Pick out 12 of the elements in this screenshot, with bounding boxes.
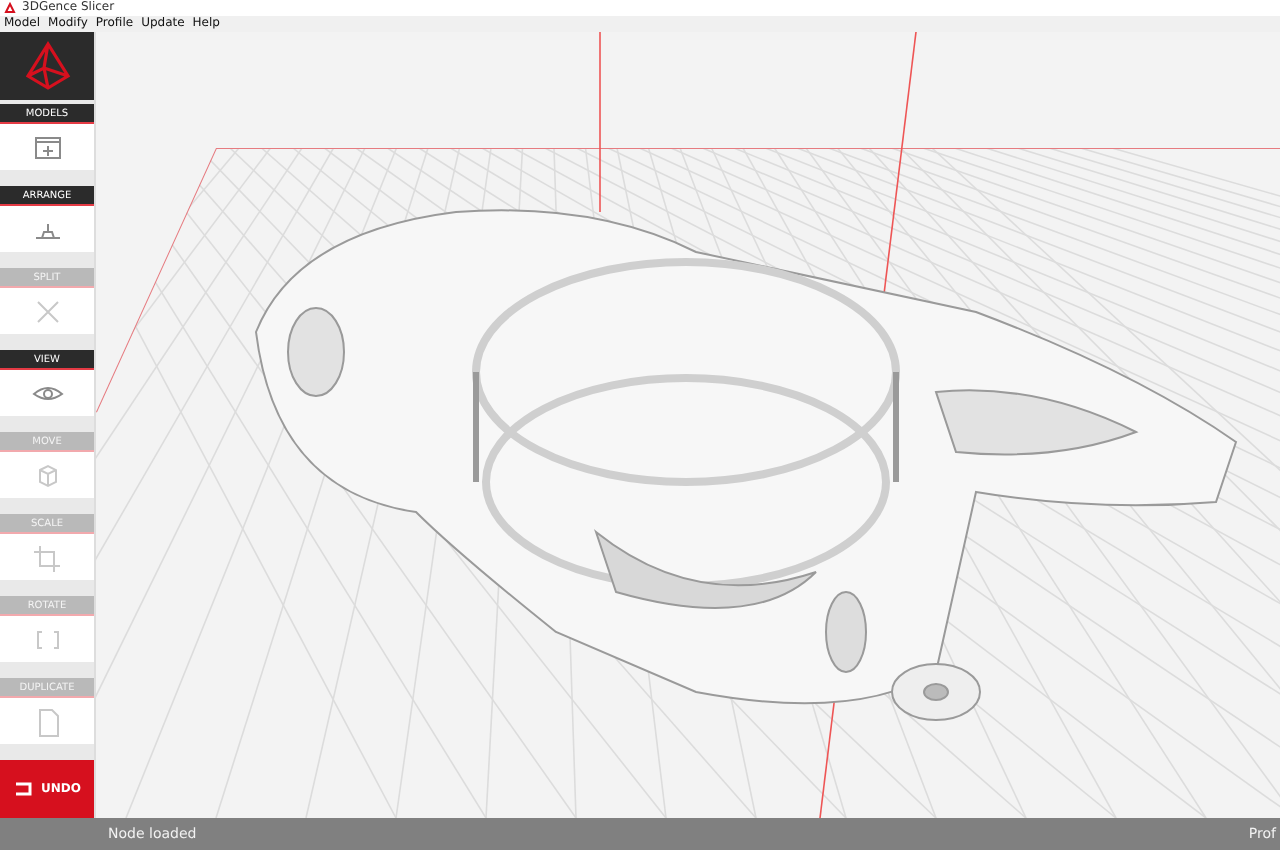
crop-icon [29, 541, 65, 574]
tool-button[interactable] [0, 370, 94, 417]
triangle-logo-icon [21, 40, 73, 93]
add-window-icon [29, 131, 65, 164]
tool-button[interactable] [0, 616, 94, 663]
tool-button[interactable] [0, 534, 94, 581]
tool-button[interactable] [0, 124, 94, 171]
tool-button[interactable] [0, 698, 94, 745]
tool-button[interactable] [0, 452, 94, 499]
tool-button[interactable] [0, 288, 94, 335]
tool-button[interactable] [0, 206, 94, 253]
app-logo-icon [4, 2, 16, 14]
